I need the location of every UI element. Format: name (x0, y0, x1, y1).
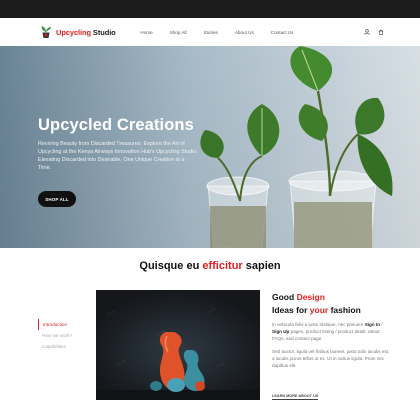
nav-stories[interactable]: Stories (204, 30, 218, 35)
nav-shop-all[interactable]: Shop All (170, 30, 187, 35)
brand-name: Studio (90, 27, 116, 37)
feature-paragraph-2: Sed auctor, ligula vel finibus laoreet, … (272, 349, 390, 368)
learn-more-link[interactable]: LEARN MORE ABOUT US (272, 394, 319, 400)
shop-all-button[interactable]: SHOP ALL (38, 191, 76, 207)
feature-heading-1: Good Design (272, 292, 325, 302)
section-title-accent: efficitur (202, 260, 243, 272)
feature-paragraph-1: In vehicula felis a justo tristique, nec… (272, 322, 383, 341)
vases-illustration (96, 290, 260, 400)
logo[interactable]: Upcycling Studio (40, 25, 116, 39)
site-header: Upcycling Studio Home Shop All Stories A… (0, 18, 420, 46)
hero-banner: Upcycled Creations Reviving Beauty from … (0, 46, 420, 248)
section-title: Quisque eu efficitur sapien (139, 260, 281, 272)
nav-about-us[interactable]: About Us (235, 30, 254, 35)
plant-logo-icon (41, 26, 51, 38)
tab-how-we-work[interactable]: How we work? (38, 330, 88, 341)
cart-icon[interactable] (378, 29, 384, 35)
feature-tabs: Introduction How we work? Capabilities (38, 319, 88, 352)
nav-home[interactable]: Home (140, 30, 152, 35)
top-strip (0, 0, 420, 18)
main-nav: Home Shop All Stories About Us Contact U… (132, 30, 302, 35)
nav-contact-us[interactable]: Contact Us (271, 30, 294, 35)
user-icon[interactable] (364, 29, 370, 35)
feature-heading-2: Ideas for your fashion (272, 305, 361, 315)
brand-name-accent: Upcycling (56, 27, 91, 37)
tab-introduction[interactable]: Introduction (38, 319, 88, 330)
hero-title: Upcycled Creations (38, 116, 194, 134)
vases-image: stock stock stock stock stock (96, 290, 260, 400)
hero-description: Reviving Beauty from Discarded Treasures… (38, 141, 198, 171)
tab-capabilities[interactable]: Capabilities (38, 341, 88, 352)
